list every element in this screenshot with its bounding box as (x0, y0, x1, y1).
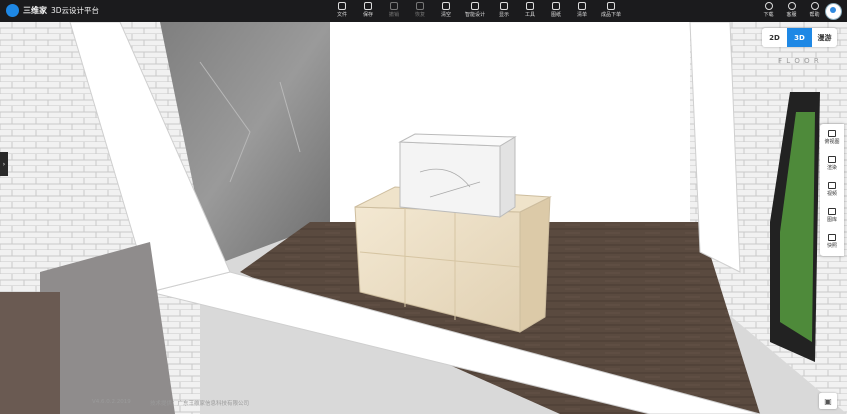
app-logo[interactable]: 三维家 3D云设计平台 (6, 4, 99, 17)
render-button[interactable]: 渲染 (820, 150, 844, 176)
collapse-left-panel-button[interactable]: › (0, 152, 8, 176)
gallery-button[interactable]: 图库 (820, 202, 844, 228)
platform-name: 3D云设计平台 (51, 6, 100, 15)
lower-left-dark-floor (0, 292, 60, 414)
undo-button[interactable]: 撤销 (382, 2, 406, 20)
clear-button[interactable]: 清空 (434, 2, 458, 20)
view-mode-switch: 2D 3D 漫游 (762, 28, 837, 47)
camera-icon (828, 155, 836, 163)
order-button[interactable]: 成品下单 (596, 2, 626, 20)
service-icon (787, 2, 796, 10)
version-text: V4.6.0.2.2019 (92, 399, 131, 405)
cabinet-side (519, 196, 551, 333)
smart-design-icon (471, 2, 479, 10)
trash-icon (442, 2, 450, 10)
user-avatar[interactable] (825, 3, 842, 20)
view-cube-button[interactable]: ▣ (819, 393, 837, 409)
drawing-button[interactable]: 图纸 (544, 2, 568, 20)
right-side-panel: 俯视图 渲染 视频 图库 快照 (820, 124, 844, 256)
save-icon (364, 2, 372, 10)
marble-box-front (399, 141, 501, 218)
snapshot-icon (828, 233, 836, 241)
video-icon (828, 181, 836, 189)
marble-box-side (499, 136, 516, 218)
top-toolbar: 三维家 3D云设计平台 文件 保存 撤销 恢复 清空 智能设计 显示 工具 图纸… (0, 0, 847, 22)
3d-viewport[interactable] (0, 22, 847, 414)
top-view-button[interactable]: 俯视图 (820, 124, 844, 150)
main-tools: 文件 保存 撤销 恢复 清空 智能设计 显示 工具 图纸 清单 成品下单 (330, 2, 628, 20)
video-button[interactable]: 视频 (820, 176, 844, 202)
right-tools: 下载 客服 帮助 (757, 2, 826, 20)
cube-icon: ▣ (824, 396, 832, 406)
download-icon (764, 2, 773, 10)
display-button[interactable]: 显示 (492, 2, 516, 20)
tools-button[interactable]: 工具 (518, 2, 542, 20)
help-icon (810, 2, 819, 10)
view-3d-button[interactable]: 3D (787, 28, 812, 47)
redo-button[interactable]: 恢复 (408, 2, 432, 20)
company-text: 技术提供：广东三维家信息科技有限公司 (150, 401, 250, 407)
order-icon (607, 2, 615, 10)
view-roam-button[interactable]: 漫游 (812, 28, 837, 47)
checklist-icon (578, 2, 586, 10)
checklist-button[interactable]: 清单 (570, 2, 594, 20)
file-icon (338, 2, 346, 10)
service-button[interactable]: 客服 (780, 2, 803, 20)
smart-design-button[interactable]: 智能设计 (460, 2, 490, 20)
gallery-icon (828, 207, 836, 215)
view-2d-button[interactable]: 2D (762, 28, 787, 47)
download-button[interactable]: 下载 (757, 2, 780, 20)
file-button[interactable]: 文件 (330, 2, 354, 20)
drawing-icon (552, 2, 560, 10)
help-button[interactable]: 帮助 (803, 2, 826, 20)
logo-icon (6, 4, 19, 17)
tools-icon (526, 2, 534, 10)
eye-icon (500, 2, 508, 10)
top-view-icon (828, 129, 836, 137)
floor-indicator: F L O O R (778, 57, 820, 65)
undo-icon (390, 2, 398, 10)
redo-icon (416, 2, 424, 10)
chevron-right-icon: › (2, 160, 6, 168)
save-button[interactable]: 保存 (356, 2, 380, 20)
logo-text: 三维家 (23, 6, 47, 15)
snapshot-button[interactable]: 快照 (820, 228, 844, 254)
